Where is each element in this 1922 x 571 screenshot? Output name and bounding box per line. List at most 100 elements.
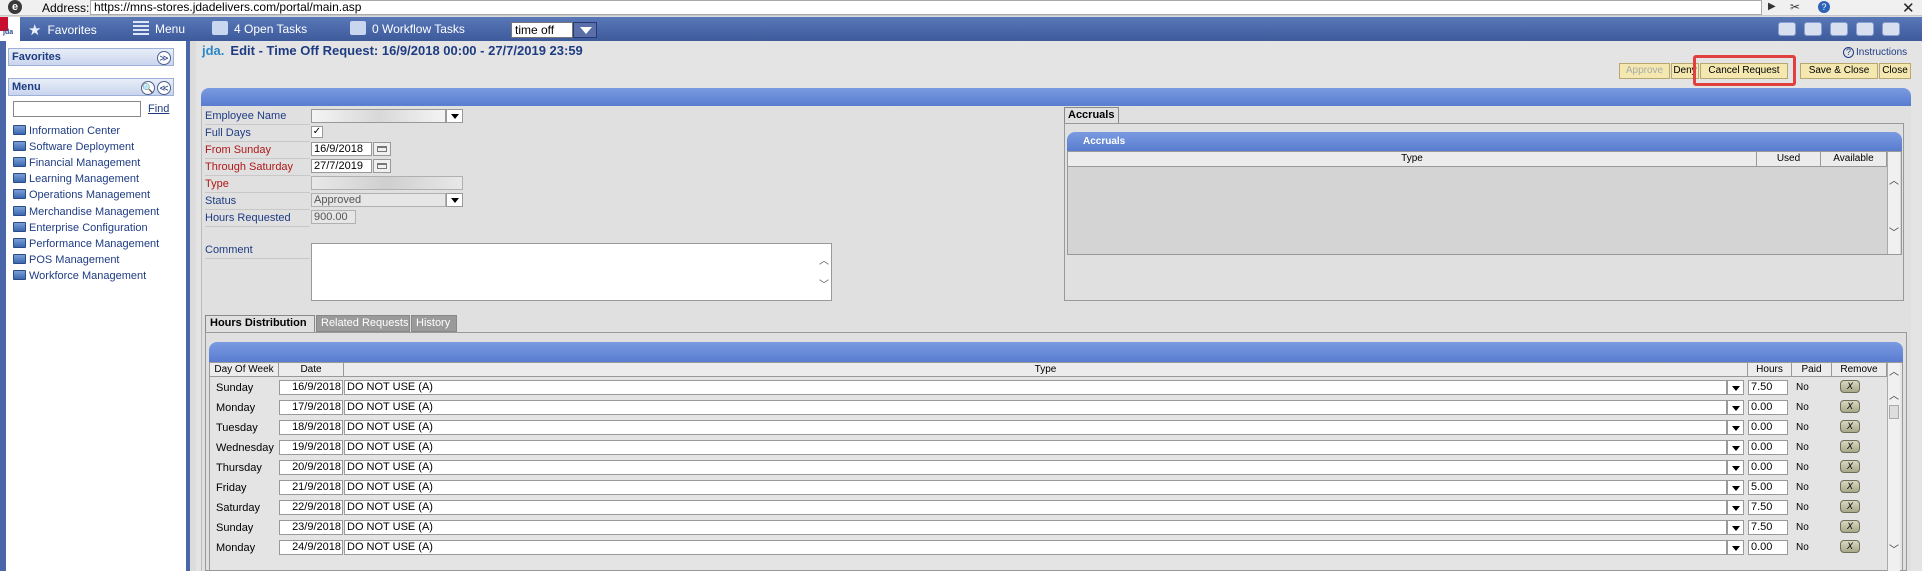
hours-scrollbar[interactable]: ︿ ︿ ﹀	[1887, 363, 1900, 571]
through-calendar-button[interactable]	[373, 159, 391, 173]
row-type-dropdown[interactable]	[1727, 440, 1744, 455]
row-type-select[interactable]: DO NOT USE (A)	[344, 520, 1727, 535]
row-remove-button[interactable]: X	[1840, 460, 1860, 473]
favorites-button[interactable]: ★ Favorites	[28, 21, 97, 39]
help-icon[interactable]	[1804, 22, 1822, 36]
comment-textarea[interactable]: ︿ ﹀	[311, 243, 832, 301]
close-button[interactable]: Close	[1879, 63, 1911, 79]
from-date-input[interactable]: 16/9/2018	[311, 142, 372, 156]
row-hours-input[interactable]: 0.00	[1748, 400, 1788, 415]
menu-item-financial-management[interactable]: Financial Management	[13, 157, 140, 171]
expand-icon[interactable]: ≪	[157, 81, 171, 95]
row-type-dropdown[interactable]	[1727, 380, 1744, 395]
row-remove-button[interactable]: X	[1840, 420, 1860, 433]
chevron-down-icon[interactable]: ﹀	[1889, 224, 1899, 239]
menu-item-enterprise-configuration[interactable]: Enterprise Configuration	[13, 222, 148, 236]
menu-item-software-deployment[interactable]: Software Deployment	[13, 141, 134, 155]
row-type-dropdown[interactable]	[1727, 420, 1744, 435]
search-dropdown-button[interactable]	[573, 22, 597, 38]
menu-search-input[interactable]	[13, 101, 141, 117]
row-type-dropdown[interactable]	[1727, 520, 1744, 535]
row-date-input[interactable]: 17/9/2018	[279, 400, 343, 415]
row-type-dropdown[interactable]	[1727, 480, 1744, 495]
employee-name-select[interactable]	[311, 109, 446, 123]
workflow-tasks-button[interactable]: 0 Workflow Tasks	[350, 21, 465, 36]
row-hours-input[interactable]: 7.50	[1748, 380, 1788, 395]
tools-icon[interactable]: ✂	[1790, 0, 1800, 14]
row-hours-input[interactable]: 0.00	[1748, 420, 1788, 435]
row-remove-button[interactable]: X	[1840, 520, 1860, 533]
print-icon[interactable]	[1778, 22, 1796, 36]
row-remove-button[interactable]: X	[1840, 500, 1860, 513]
row-date-input[interactable]: 16/9/2018	[279, 380, 343, 395]
save-close-button[interactable]: Save & Close	[1800, 63, 1878, 79]
row-hours-input[interactable]: 0.00	[1748, 460, 1788, 475]
row-hours-input[interactable]: 0.00	[1748, 440, 1788, 455]
menu-item-information-center[interactable]: Information Center	[13, 125, 120, 139]
row-type-select[interactable]: DO NOT USE (A)	[344, 400, 1727, 415]
row-type-select[interactable]: DO NOT USE (A)	[344, 500, 1727, 515]
open-tasks-button[interactable]: 4 Open Tasks	[212, 21, 307, 36]
row-hours-input[interactable]: 0.00	[1748, 540, 1788, 555]
close-icon[interactable]: ✕	[1902, 0, 1915, 17]
toolbar-search-input[interactable]: time off	[511, 22, 573, 38]
row-type-dropdown[interactable]	[1727, 460, 1744, 475]
row-date-input[interactable]: 19/9/2018	[279, 440, 343, 455]
row-hours-input[interactable]: 7.50	[1748, 520, 1788, 535]
row-hours-input[interactable]: 7.50	[1748, 500, 1788, 515]
menu-item-workforce-management[interactable]: Workforce Management	[13, 270, 146, 284]
menu-item-performance-management[interactable]: Performance Management	[13, 238, 159, 252]
chevron-up-icon[interactable]: ︿	[1889, 363, 1899, 378]
row-type-select[interactable]: DO NOT USE (A)	[344, 480, 1727, 495]
from-calendar-button[interactable]	[373, 142, 391, 156]
full-days-checkbox[interactable]: ✓	[311, 126, 323, 138]
row-remove-button[interactable]: X	[1840, 540, 1860, 553]
row-type-dropdown[interactable]	[1727, 400, 1744, 415]
search-icon[interactable]: 🔍	[141, 81, 155, 95]
status-dropdown-button[interactable]	[446, 193, 463, 207]
refresh-icon[interactable]	[1856, 22, 1874, 36]
menu-panel-header[interactable]: Menu 🔍 ≪	[8, 78, 174, 96]
status-select[interactable]: Approved	[311, 193, 446, 207]
through-date-input[interactable]: 27/7/2019	[311, 159, 372, 173]
address-input[interactable]: https://mns-stores.jdadelivers.com/porta…	[90, 0, 1762, 15]
scroll-thumb[interactable]	[1889, 405, 1899, 419]
employee-dropdown-button[interactable]	[446, 109, 463, 123]
menu-item-operations-management[interactable]: Operations Management	[13, 189, 150, 203]
menu-item-learning-management[interactable]: Learning Management	[13, 173, 139, 187]
row-hours-input[interactable]: 5.00	[1748, 480, 1788, 495]
row-remove-button[interactable]: X	[1840, 380, 1860, 393]
menu-button[interactable]: Menu	[133, 21, 185, 36]
row-date-input[interactable]: 21/9/2018	[279, 480, 343, 495]
go-icon[interactable]: ▶	[1768, 1, 1776, 12]
tab-related-requests[interactable]: Related Requests	[316, 315, 410, 332]
row-type-select[interactable]: DO NOT USE (A)	[344, 440, 1727, 455]
chevron-up-icon[interactable]: ︿	[1889, 387, 1899, 402]
row-date-input[interactable]: 24/9/2018	[279, 540, 343, 555]
row-type-dropdown[interactable]	[1727, 500, 1744, 515]
row-type-select[interactable]: DO NOT USE (A)	[344, 460, 1727, 475]
row-type-select[interactable]: DO NOT USE (A)	[344, 380, 1727, 395]
row-remove-button[interactable]: X	[1840, 440, 1860, 453]
row-type-dropdown[interactable]	[1727, 540, 1744, 555]
tab-history[interactable]: History	[411, 315, 457, 332]
logoff-icon[interactable]	[1882, 22, 1900, 36]
scroll-down-icon[interactable]: ﹀	[819, 276, 829, 291]
find-link[interactable]: Find	[148, 103, 169, 115]
row-date-input[interactable]: 18/9/2018	[279, 420, 343, 435]
chevron-down-icon[interactable]: ﹀	[1889, 541, 1899, 556]
help-icon[interactable]: ?	[1818, 1, 1830, 13]
tab-hours-distribution[interactable]: Hours Distribution	[205, 315, 315, 332]
favorites-panel-header[interactable]: Favorites ≫	[8, 48, 174, 66]
scroll-up-icon[interactable]: ︿	[819, 252, 829, 267]
tab-accruals[interactable]: Accruals	[1064, 107, 1119, 123]
menu-item-pos-management[interactable]: POS Management	[13, 254, 120, 268]
chevron-up-icon[interactable]: ︿	[1889, 172, 1899, 187]
instructions-link[interactable]: ? Instructions	[1843, 47, 1907, 58]
accruals-scrollbar[interactable]: ︿ ﹀	[1887, 152, 1900, 254]
menu-item-merchandise-management[interactable]: Merchandise Management	[13, 206, 159, 220]
row-remove-button[interactable]: X	[1840, 400, 1860, 413]
row-remove-button[interactable]: X	[1840, 480, 1860, 493]
row-type-select[interactable]: DO NOT USE (A)	[344, 420, 1727, 435]
collapse-icon[interactable]: ≫	[157, 51, 171, 65]
